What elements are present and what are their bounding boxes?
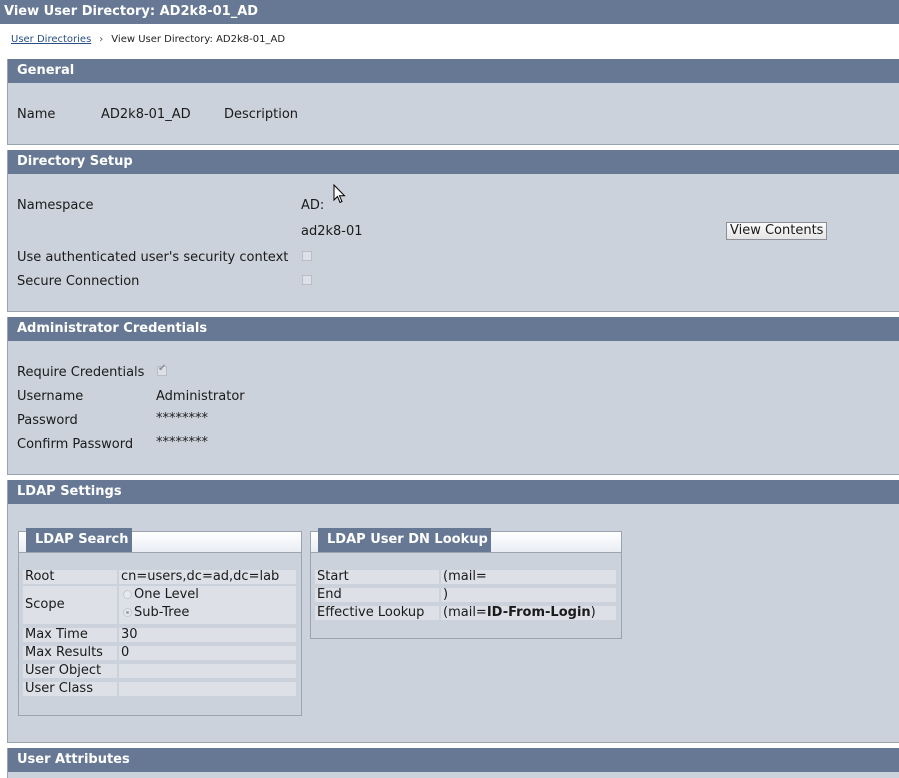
effective-lookup-token: ID-From-Login: [486, 605, 591, 620]
name-label: Name: [17, 107, 56, 122]
start-label: Start: [315, 570, 439, 584]
effective-lookup-value: (mail=ID-From-Login): [441, 606, 616, 620]
namespace-label: Namespace: [17, 198, 94, 213]
breadcrumb-separator: ›: [99, 34, 104, 45]
window-title: View User Directory: AD2k8-01_AD: [0, 0, 899, 24]
directory-setup-section: Directory Setup Namespace AD: ad2k8-01 V…: [7, 150, 899, 312]
effective-lookup-suffix: ): [590, 605, 596, 620]
password-label: Password: [17, 413, 78, 428]
username-label: Username: [17, 389, 84, 404]
ldap-search-title: LDAP Search: [26, 528, 132, 552]
password-value: ********: [156, 411, 208, 426]
use-auth-context-label: Use authenticated user's security contex…: [17, 250, 289, 265]
user-class-label: User Class: [23, 682, 117, 696]
effective-lookup-prefix: (mail=: [443, 605, 487, 620]
scope-sub-tree-label: Sub-Tree: [134, 605, 190, 620]
max-time-value: 30: [119, 628, 296, 642]
scope-label-text: Scope: [25, 597, 65, 612]
root-label: Root: [23, 570, 117, 584]
name-value: AD2k8-01_AD: [101, 107, 191, 122]
scope-label: Scope: [23, 586, 117, 624]
ldap-settings-section: LDAP Settings LDAP Search Root cn=users,…: [7, 480, 899, 743]
user-object-label: User Object: [23, 664, 117, 678]
user-object-value: [119, 664, 296, 678]
ldap-dn-lookup-box: LDAP User DN Lookup Start (mail= End ) E…: [310, 528, 622, 639]
username-value: Administrator: [156, 389, 245, 404]
ldap-dn-lookup-title: LDAP User DN Lookup: [318, 528, 491, 552]
admin-credentials-header: Administrator Credentials: [8, 317, 899, 341]
directory-name-value: ad2k8-01: [301, 224, 363, 239]
effective-lookup-label: Effective Lookup: [315, 606, 439, 620]
breadcrumb-link-user-directories[interactable]: User Directories: [11, 34, 91, 45]
admin-credentials-section: Administrator Credentials Require Creden…: [7, 317, 899, 475]
scope-sub-tree-radio[interactable]: [123, 608, 132, 617]
require-credentials-checkbox[interactable]: [157, 363, 167, 376]
use-auth-context-checkbox[interactable]: [302, 251, 312, 261]
start-value: (mail=: [441, 570, 616, 584]
view-contents-button[interactable]: View Contents: [726, 222, 828, 240]
scope-one-level-label: One Level: [134, 587, 199, 602]
ldap-search-box: LDAP Search Root cn=users,dc=ad,dc=lab S…: [18, 528, 302, 716]
end-value: ): [441, 588, 616, 602]
general-section: General Name AD2k8-01_AD Description: [7, 59, 899, 145]
root-value: cn=users,dc=ad,dc=lab: [119, 570, 296, 584]
secure-connection-label: Secure Connection: [17, 274, 140, 289]
end-label: End: [315, 588, 439, 602]
user-class-value: [119, 682, 296, 696]
breadcrumb: User Directories › View User Directory: AD…: [11, 34, 285, 45]
mouse-pointer-icon: [333, 184, 346, 204]
directory-setup-header: Directory Setup: [8, 150, 899, 174]
require-credentials-label: Require Credentials: [17, 365, 145, 380]
user-attributes-header: User Attributes: [8, 748, 899, 772]
namespace-value: AD:: [301, 198, 325, 213]
scope-options: One Level Sub-Tree: [119, 586, 296, 624]
confirm-password-label: Confirm Password: [17, 437, 134, 452]
description-label: Description: [224, 107, 299, 122]
breadcrumb-current: View User Directory: AD2k8-01_AD: [111, 34, 286, 45]
max-results-label: Max Results: [23, 646, 117, 660]
user-attributes-section: User Attributes: [7, 748, 899, 778]
ldap-settings-header: LDAP Settings: [8, 480, 899, 504]
confirm-password-value: ********: [156, 435, 208, 450]
general-header: General: [8, 59, 899, 83]
secure-connection-checkbox[interactable]: [302, 275, 312, 285]
max-time-label: Max Time: [23, 628, 117, 642]
scope-one-level-radio[interactable]: [123, 590, 132, 599]
max-results-value: 0: [119, 646, 296, 660]
